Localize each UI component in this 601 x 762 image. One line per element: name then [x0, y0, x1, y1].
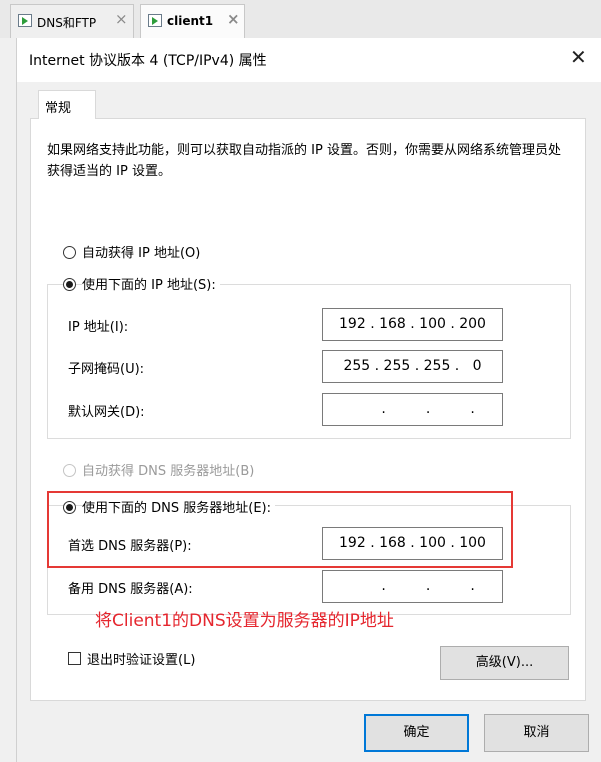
- radio-auto-ip[interactable]: [63, 246, 76, 259]
- vm-icon: [18, 14, 32, 27]
- cancel-button[interactable]: 取消: [484, 714, 589, 752]
- annotation-text: 将Client1的DNS设置为服务器的IP地址: [95, 611, 394, 631]
- validate-label: 退出时验证设置(L): [87, 653, 196, 668]
- intro-text: 如果网络支持此功能，则可以获取自动指派的 IP 设置。否则，你需要从网络系统管理…: [47, 143, 561, 179]
- ip-address-label: IP 地址(I):: [68, 320, 129, 335]
- tab-client1[interactable]: client1 ×: [140, 4, 245, 38]
- gateway-label: 默认网关(D):: [68, 405, 145, 420]
- close-tab-icon[interactable]: ×: [227, 12, 240, 27]
- tab-dns-ftp[interactable]: DNS和FTP ×: [10, 4, 134, 38]
- tab-label: DNS和FTP: [37, 16, 97, 30]
- radio-manual-ip[interactable]: [63, 278, 76, 291]
- subnet-mask-input[interactable]: 255 . 255 . 255 . 0: [322, 350, 503, 383]
- dialog-title: Internet 协议版本 4 (TCP/IPv4) 属性: [29, 53, 267, 69]
- ip-address-input[interactable]: 192 . 168 . 100 . 200: [322, 308, 503, 341]
- manual-ip-label: 使用下面的 IP 地址(S):: [82, 274, 220, 293]
- tab-general[interactable]: 常规: [38, 90, 96, 119]
- auto-ip-label: 自动获得 IP 地址(O): [82, 246, 201, 261]
- advanced-button[interactable]: 高级(V)...: [440, 646, 569, 680]
- close-tab-icon[interactable]: ×: [115, 12, 128, 27]
- radio-auto-dns[interactable]: [63, 464, 76, 477]
- validate-checkbox[interactable]: [68, 652, 81, 665]
- annotation-highlight-box: [47, 491, 513, 568]
- auto-dns-label: 自动获得 DNS 服务器地址(B): [82, 464, 255, 479]
- vm-icon: [148, 14, 162, 27]
- close-icon[interactable]: ✕: [570, 47, 587, 67]
- ok-button[interactable]: 确定: [364, 714, 469, 752]
- alternate-dns-input[interactable]: . . .: [322, 570, 503, 603]
- subnet-mask-label: 子网掩码(U):: [68, 362, 145, 377]
- ipv4-properties-dialog: Internet 协议版本 4 (TCP/IPv4) 属性 ✕ 常规 如果网络支…: [16, 38, 601, 762]
- title-bar: Internet 协议版本 4 (TCP/IPv4) 属性 ✕: [17, 38, 601, 82]
- alternate-dns-label: 备用 DNS 服务器(A):: [68, 582, 193, 597]
- gateway-input[interactable]: . . .: [322, 393, 503, 426]
- tab-label: client1: [167, 14, 214, 28]
- app-tab-strip: DNS和FTP × client1 ×: [0, 0, 601, 38]
